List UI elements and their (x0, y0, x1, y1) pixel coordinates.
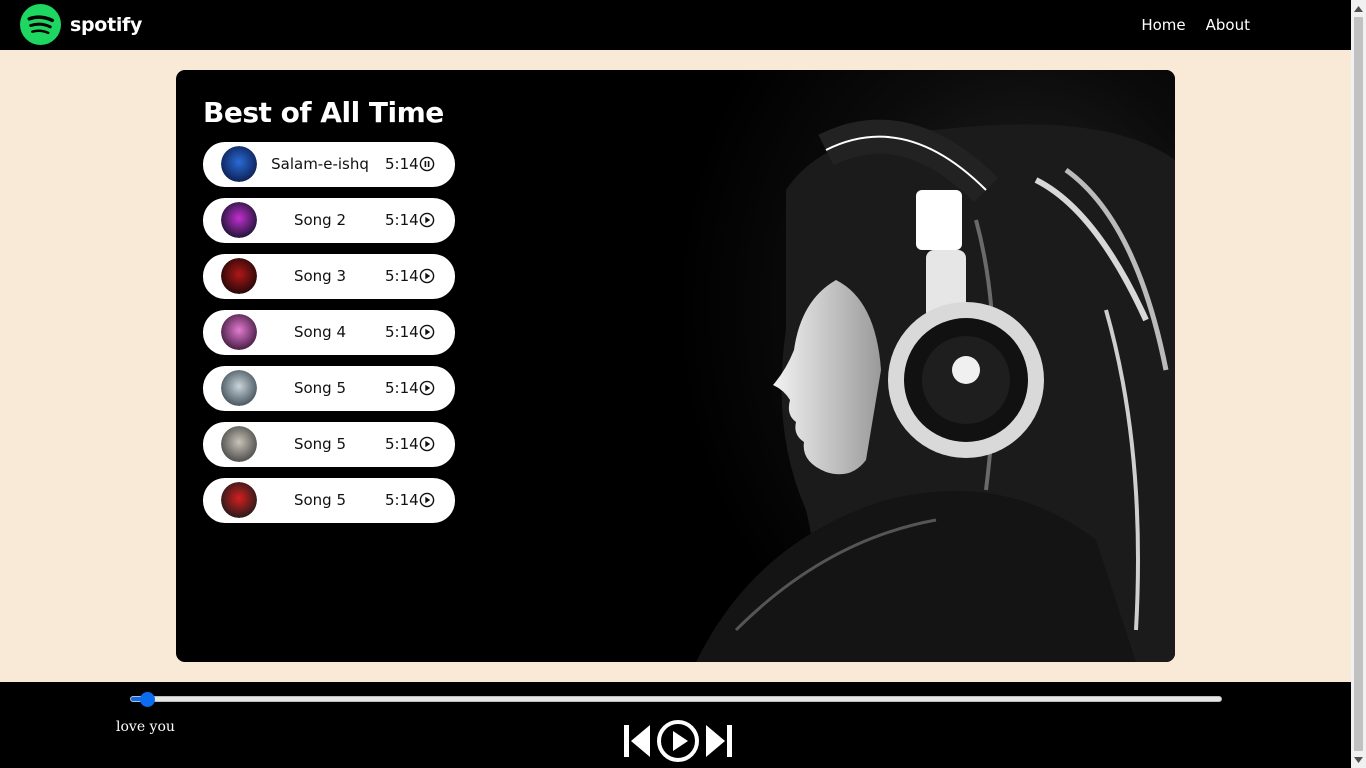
song-cover-image (221, 314, 257, 350)
scroll-up-icon[interactable] (1351, 0, 1366, 17)
progress-knob[interactable] (140, 692, 156, 707)
song-list: Salam-e-ishq 5:14 Song 2 5:14 Song 3 5:14 Song… (203, 142, 455, 534)
song-name: Salam-e-ishq (271, 155, 369, 173)
play-circle-icon[interactable] (419, 492, 435, 508)
song-duration: 5:14 (385, 267, 419, 285)
song-item[interactable]: Song 5 5:14 (203, 478, 455, 523)
previous-icon[interactable] (622, 724, 652, 758)
scroll-down-icon[interactable] (1351, 751, 1366, 768)
play-circle-icon[interactable] (419, 212, 435, 228)
song-duration: 5:14 (385, 491, 419, 509)
song-cover-image (221, 426, 257, 462)
top-navbar: spotify Home About (0, 0, 1351, 50)
song-item[interactable]: Song 5 5:14 (203, 366, 455, 411)
song-duration: 5:14 (385, 211, 419, 229)
song-name: Song 5 (293, 491, 347, 509)
song-cover-image (221, 202, 257, 238)
song-item[interactable]: Song 2 5:14 (203, 198, 455, 243)
song-duration: 5:14 (385, 323, 419, 341)
song-name: Song 5 (293, 435, 347, 453)
song-name: Song 2 (293, 211, 347, 229)
song-duration: 5:14 (385, 379, 419, 397)
nav-link-home[interactable]: Home (1141, 16, 1185, 34)
song-name: Song 3 (293, 267, 347, 285)
page-scrollbar[interactable] (1351, 0, 1366, 768)
playlist-title: Best of All Time (203, 96, 444, 129)
song-cover-image (221, 146, 257, 182)
playlist-card: Best of All Time Salam-e-ishq 5:14 Song 2 5… (176, 70, 1175, 662)
progress-bar[interactable] (130, 692, 1222, 707)
spotify-logo-icon (20, 4, 61, 45)
next-icon[interactable] (704, 724, 734, 758)
brand-name: spotify (70, 13, 143, 36)
hero-image (676, 70, 1175, 662)
song-duration: 5:14 (385, 435, 419, 453)
song-item[interactable]: Song 4 5:14 (203, 310, 455, 355)
song-name: Song 4 (293, 323, 347, 341)
play-circle-icon[interactable] (419, 436, 435, 452)
nav-links: Home About (1141, 16, 1250, 34)
song-cover-image (221, 482, 257, 518)
play-circle-icon[interactable] (419, 268, 435, 284)
song-item[interactable]: Salam-e-ishq 5:14 (203, 142, 455, 187)
song-name: Song 5 (293, 379, 347, 397)
song-duration: 5:14 (385, 155, 419, 173)
scrollbar-thumb[interactable] (1354, 17, 1363, 751)
play-circle-icon[interactable] (419, 324, 435, 340)
player-bar: love you (0, 682, 1351, 768)
pause-circle-icon[interactable] (419, 156, 435, 172)
song-cover-image (221, 370, 257, 406)
song-cover-image (221, 258, 257, 294)
song-item[interactable]: Song 3 5:14 (203, 254, 455, 299)
player-controls (622, 719, 734, 763)
play-circle-icon[interactable] (419, 380, 435, 396)
nav-link-about[interactable]: About (1206, 16, 1250, 34)
now-playing-title: love you (116, 719, 175, 735)
brand-logo[interactable]: spotify (20, 4, 142, 45)
play-circle-icon[interactable] (656, 719, 700, 763)
song-item[interactable]: Song 5 5:14 (203, 422, 455, 467)
